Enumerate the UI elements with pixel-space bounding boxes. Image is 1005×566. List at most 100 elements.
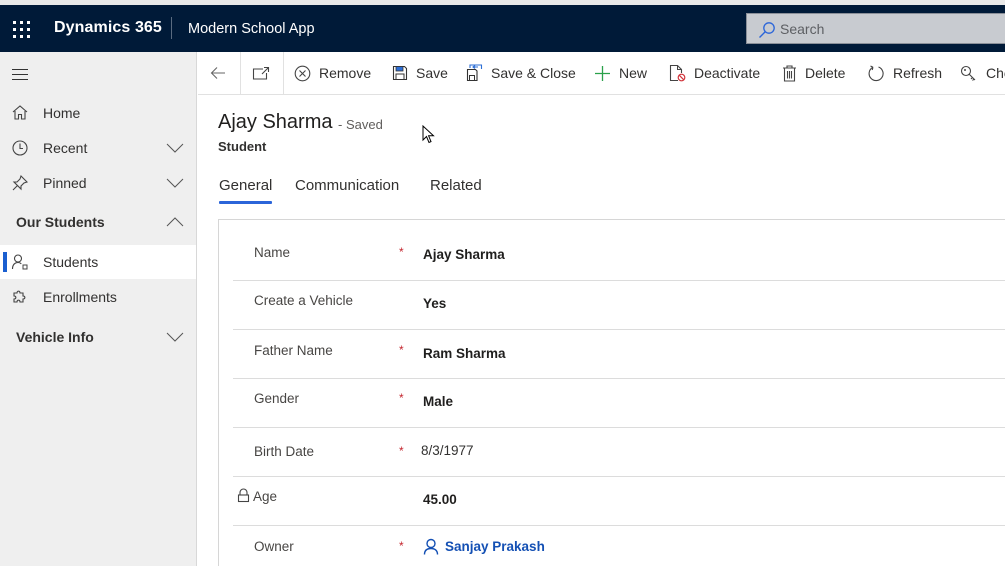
birth-date-field[interactable]: 8/3/1977 [421, 443, 474, 458]
sidebar: Home Recent Pinned Our Students Students… [0, 52, 197, 566]
required-indicator: * [399, 444, 404, 458]
general-section: Name * Ajay Sharma Create a Vehicle Yes … [218, 219, 1005, 566]
field-row-name: Name * Ajay Sharma [233, 232, 1005, 281]
lock-icon [237, 488, 250, 503]
new-label: New [619, 65, 648, 81]
record-title: Ajay Sharma [218, 111, 333, 133]
field-row-owner: Owner * Sanjay Prakash [233, 526, 1005, 566]
command-bar: Remove Save Save & Close New Deactivate [198, 52, 1005, 95]
sidebar-group-our-students[interactable]: Our Students [0, 205, 196, 239]
back-button[interactable] [210, 52, 234, 94]
required-indicator: * [399, 391, 404, 405]
record-entity-type: Student [218, 139, 267, 154]
father-name-field[interactable]: Ram Sharma [423, 346, 506, 361]
refresh-icon [868, 65, 884, 81]
open-new-window-icon [252, 66, 270, 80]
delete-button[interactable]: Delete [782, 52, 845, 94]
new-button[interactable]: New [594, 52, 647, 94]
brand-name[interactable]: Dynamics 365 [54, 19, 162, 37]
field-label: Create a Vehicle [254, 293, 354, 308]
tab-related[interactable]: Related [430, 177, 482, 194]
key-icon [960, 65, 976, 81]
puzzle-icon [13, 290, 26, 303]
person-icon [11, 254, 28, 270]
save-close-icon [466, 64, 483, 82]
plus-icon [595, 65, 610, 81]
clock-icon [12, 140, 28, 156]
save-and-close-button[interactable]: Save & Close [466, 52, 576, 94]
sidebar-item-enrollments[interactable]: Enrollments [0, 280, 196, 314]
mouse-cursor-icon [422, 125, 435, 144]
required-indicator: * [399, 539, 404, 553]
toolbar-divider [283, 52, 284, 94]
sidebar-item-label: Pinned [43, 175, 87, 191]
age-field: 45.00 [423, 492, 457, 507]
trash-icon [783, 64, 796, 82]
deactivate-icon [669, 64, 686, 82]
refresh-button[interactable]: Refresh [868, 52, 942, 94]
field-row-birth-date: Birth Date * 8/3/1977 [233, 428, 1005, 477]
deactivate-button[interactable]: Deactivate [669, 52, 760, 94]
required-indicator: * [399, 343, 404, 357]
check-access-button[interactable]: Che [960, 52, 1005, 94]
check-access-label: Che [986, 65, 1005, 81]
home-icon [12, 105, 28, 120]
arrow-left-icon [210, 67, 225, 79]
sidebar-item-home[interactable]: Home [0, 96, 196, 130]
sidebar-item-label: Students [43, 254, 99, 270]
app-launcher-waffle-icon[interactable] [12, 19, 32, 39]
remove-circle-icon [294, 65, 311, 81]
record-save-status: - Saved [338, 117, 383, 132]
field-label: Name [254, 245, 291, 260]
open-in-new-window-button[interactable] [252, 52, 278, 94]
pin-icon [12, 174, 29, 191]
chevron-up-icon[interactable] [166, 215, 184, 229]
sidebar-item-label: Enrollments [43, 289, 117, 305]
hamburger-menu-icon[interactable] [12, 68, 28, 80]
sidebar-item-recent[interactable]: Recent [0, 131, 196, 165]
sidebar-item-label: Recent [43, 140, 88, 156]
field-label: Owner [254, 539, 294, 554]
field-label: Father Name [254, 343, 333, 358]
chevron-down-icon[interactable] [166, 141, 184, 155]
sidebar-group-label: Our Students [16, 214, 105, 230]
remove-button[interactable]: Remove [294, 52, 371, 94]
owner-lookup-link[interactable]: Sanjay Prakash [423, 538, 545, 555]
field-label: Gender [254, 391, 300, 406]
sidebar-item-pinned[interactable]: Pinned [0, 166, 196, 200]
app-name[interactable]: Modern School App [188, 21, 315, 37]
field-row-create-vehicle: Create a Vehicle Yes [233, 281, 1005, 330]
user-icon [423, 538, 439, 555]
save-and-close-label: Save & Close [491, 65, 576, 81]
field-label: Age [253, 489, 278, 504]
chevron-down-icon[interactable] [166, 330, 184, 344]
tab-communication[interactable]: Communication [295, 177, 399, 194]
save-button[interactable]: Save [392, 52, 448, 94]
sidebar-item-students[interactable]: Students [0, 245, 196, 279]
deactivate-label: Deactivate [694, 65, 761, 81]
tab-general[interactable]: General [219, 177, 273, 204]
owner-name[interactable]: Sanjay Prakash [445, 539, 545, 554]
field-row-gender: Gender * Male [233, 379, 1005, 428]
search-box[interactable] [746, 13, 1005, 44]
delete-label: Delete [805, 65, 846, 81]
save-icon [392, 65, 408, 81]
gender-field[interactable]: Male [423, 394, 453, 409]
sidebar-group-label: Vehicle Info [16, 329, 94, 345]
remove-label: Remove [319, 65, 372, 81]
top-navigation-bar: Dynamics 365 Modern School App [0, 5, 1005, 52]
search-icon [759, 22, 775, 38]
create-vehicle-field[interactable]: Yes [423, 296, 446, 311]
search-input[interactable] [780, 19, 1000, 39]
chevron-down-icon[interactable] [166, 176, 184, 190]
sidebar-group-vehicle-info[interactable]: Vehicle Info [0, 320, 196, 354]
save-label: Save [416, 65, 448, 81]
toolbar-divider [240, 52, 241, 94]
field-label: Birth Date [254, 444, 315, 459]
field-row-father-name: Father Name * Ram Sharma [233, 330, 1005, 379]
field-row-age: Age 45.00 [233, 477, 1005, 526]
brand-divider [171, 17, 172, 39]
sidebar-item-label: Home [43, 105, 81, 121]
selected-indicator [3, 252, 7, 272]
name-field[interactable]: Ajay Sharma [423, 247, 505, 262]
